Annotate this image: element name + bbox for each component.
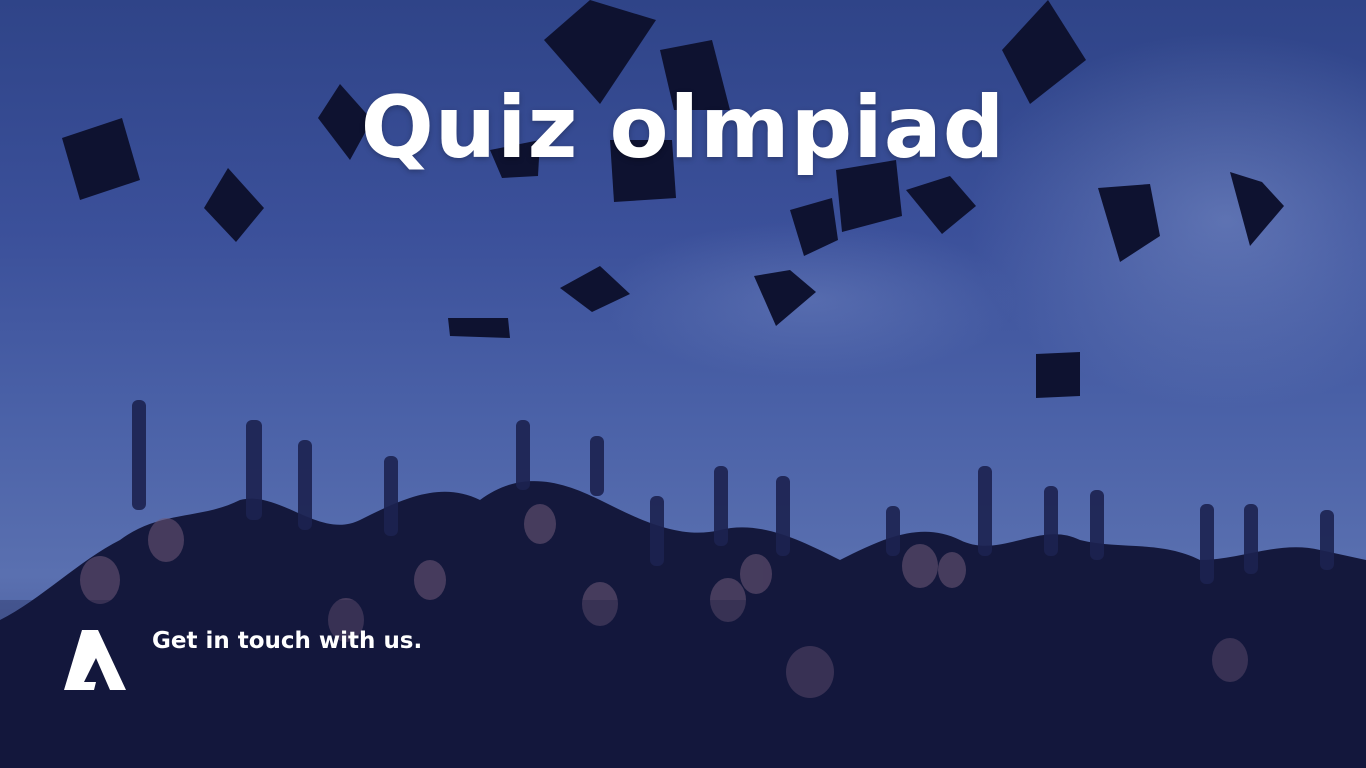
cap-icon <box>1036 352 1080 398</box>
brand-logo-icon <box>64 630 126 690</box>
cap-icon <box>754 270 816 326</box>
cta-text[interactable]: Get in touch with us. <box>152 628 422 654</box>
cap-icon <box>1230 172 1284 246</box>
cap-icon <box>906 176 976 234</box>
cap-icon <box>1098 184 1160 262</box>
contact-cta[interactable]: Get in touch with us. <box>62 628 422 690</box>
cap-icon <box>204 168 264 242</box>
cap-icon <box>790 198 838 256</box>
slide-title: Quiz olmpiad <box>360 78 1006 178</box>
hero-slide: Quiz olmpiad Get in touch with us. <box>0 0 1366 768</box>
cap-icon <box>560 266 630 312</box>
cap-icon <box>448 318 510 338</box>
flying-caps <box>62 0 1284 398</box>
